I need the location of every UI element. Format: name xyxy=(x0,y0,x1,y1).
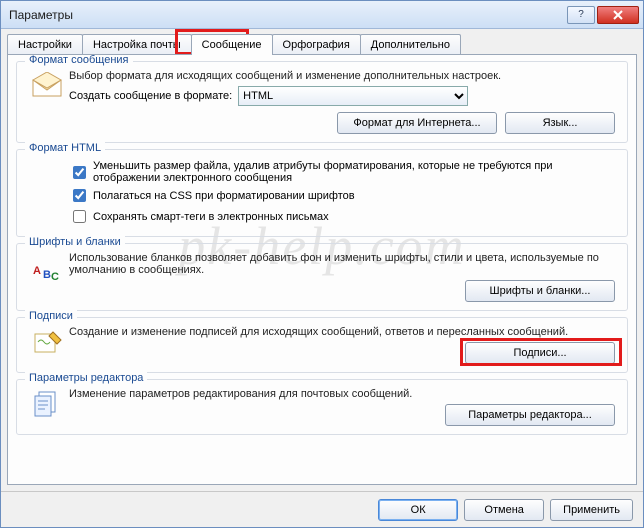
editor-options-button[interactable]: Параметры редактора... xyxy=(445,404,615,426)
tab-message[interactable]: Сообщение xyxy=(191,34,273,55)
create-format-label: Создать сообщение в формате: xyxy=(69,90,232,102)
group-fonts: Шрифты и бланки A B C Использование блан… xyxy=(16,243,628,311)
fonts-desc: Использование бланков позволяет добавить… xyxy=(69,252,619,276)
fonts-icon: A B C xyxy=(31,254,63,282)
editor-desc: Изменение параметров редактирования для … xyxy=(69,388,619,400)
tabs: Настройки Настройка почты Сообщение Орфо… xyxy=(1,29,643,54)
titlebar: Параметры ? xyxy=(1,1,643,29)
language-button[interactable]: Язык... xyxy=(505,112,615,134)
group-label: Формат HTML xyxy=(25,142,105,154)
cancel-button[interactable]: Отмена xyxy=(464,499,544,521)
apply-button[interactable]: Применить xyxy=(550,499,633,521)
fonts-button[interactable]: Шрифты и бланки... xyxy=(465,280,615,302)
window-title: Параметры xyxy=(9,8,565,22)
signature-icon xyxy=(31,328,63,356)
group-editor: Параметры редактора Изменение параметров… xyxy=(16,379,628,435)
close-icon xyxy=(612,10,624,20)
group-label: Подписи xyxy=(25,310,77,322)
cb-rely-css[interactable] xyxy=(73,189,86,202)
group-label: Формат сообщения xyxy=(25,54,133,66)
content-area: pk-help.com Формат сообщения Выбор форма… xyxy=(7,54,637,485)
tab-settings[interactable]: Настройки xyxy=(7,34,83,55)
group-html-format: Формат HTML Уменьшить размер файла, удал… xyxy=(16,149,628,237)
ok-button[interactable]: ОК xyxy=(378,499,458,521)
format-desc: Выбор формата для исходящих сообщений и … xyxy=(69,70,619,82)
cb-smart-tags-label: Сохранять смарт-теги в электронных письм… xyxy=(93,211,329,223)
cb-smart-tags[interactable] xyxy=(73,210,86,223)
cb-reduce-size[interactable] xyxy=(73,166,86,179)
svg-text:C: C xyxy=(51,271,59,282)
tab-mail-setup[interactable]: Настройка почты xyxy=(82,34,192,55)
svg-text:B: B xyxy=(43,269,51,281)
tab-spelling[interactable]: Орфография xyxy=(272,34,361,55)
help-button[interactable]: ? xyxy=(567,6,595,24)
editor-icon xyxy=(31,390,63,418)
options-dialog: Параметры ? Настройки Настройка почты Со… xyxy=(0,0,644,528)
cb-reduce-size-label: Уменьшить размер файла, удалив атрибуты … xyxy=(93,160,619,184)
group-message-format: Формат сообщения Выбор формата для исход… xyxy=(16,61,628,143)
group-label: Параметры редактора xyxy=(25,372,147,384)
sig-desc: Создание и изменение подписей для исходя… xyxy=(69,326,619,338)
format-combo[interactable]: HTML xyxy=(238,86,468,106)
internet-format-button[interactable]: Формат для Интернета... xyxy=(337,112,497,134)
close-button[interactable] xyxy=(597,6,639,24)
signatures-button[interactable]: Подписи... xyxy=(465,342,615,364)
cb-rely-css-label: Полагаться на CSS при форматировании шри… xyxy=(93,190,355,202)
tab-advanced[interactable]: Дополнительно xyxy=(360,34,461,55)
group-label: Шрифты и бланки xyxy=(25,236,125,248)
svg-text:A: A xyxy=(33,265,41,277)
envelope-icon xyxy=(31,72,63,98)
group-signatures: Подписи Создание и изменение подписей дл… xyxy=(16,317,628,373)
dialog-footer: ОК Отмена Применить xyxy=(1,491,643,527)
